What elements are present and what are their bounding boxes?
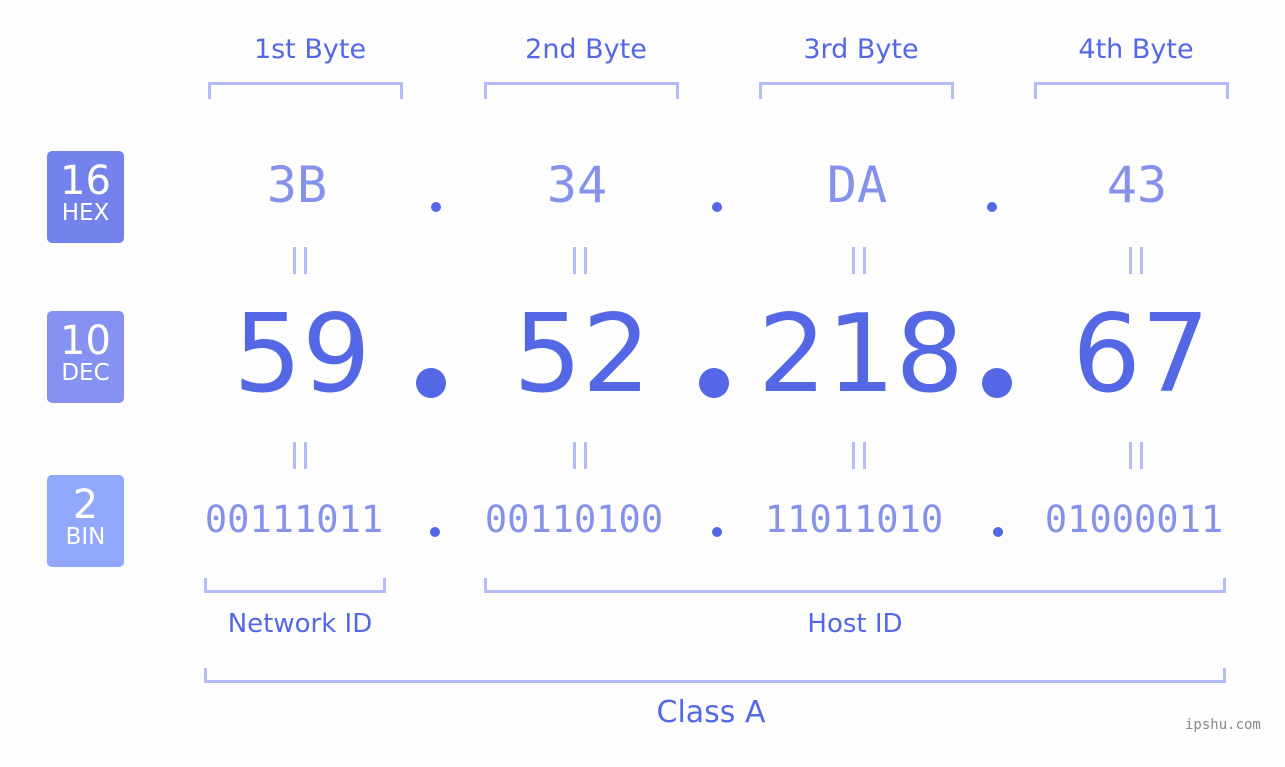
bin-base: 2 [72, 482, 99, 528]
byte-bracket-4 [1034, 82, 1229, 99]
network-id-bracket [204, 578, 386, 593]
equals-icon [280, 247, 320, 281]
host-id-label: Host ID [807, 609, 903, 639]
byte-bracket-2 [484, 82, 679, 99]
hex-byte-4: 43 [1106, 156, 1168, 214]
dec-byte-1: 59 [233, 292, 371, 417]
dec-byte-2: 52 [513, 292, 651, 417]
bin-byte-2: 00110100 [484, 498, 664, 541]
dec-dot-2 [699, 368, 729, 398]
hex-dot-2 [712, 202, 722, 212]
byte-header-3: 3rd Byte [803, 34, 919, 65]
host-id-bracket [484, 578, 1226, 593]
hex-byte-1: 3B [266, 156, 328, 214]
hex-badge: 16 HEX [47, 151, 124, 243]
network-id-label: Network ID [227, 609, 373, 639]
byte-header-1: 1st Byte [253, 34, 367, 65]
equals-icon [1116, 247, 1156, 281]
hex-dot-3 [987, 202, 997, 212]
hex-base: 16 [60, 158, 111, 204]
bin-dot-1 [430, 527, 440, 537]
equals-icon [1116, 442, 1156, 476]
watermark: ipshu.com [1185, 717, 1261, 733]
bin-byte-4: 01000011 [1044, 498, 1224, 541]
dec-dot-1 [416, 368, 446, 398]
hex-byte-3: DA [826, 156, 888, 214]
class-label: Class A [656, 695, 766, 730]
bin-unit: BIN [65, 524, 106, 550]
dec-dot-3 [982, 368, 1012, 398]
bin-byte-1: 00111011 [204, 498, 384, 541]
bin-byte-3: 11011010 [764, 498, 944, 541]
byte-header-4: 4th Byte [1078, 34, 1194, 65]
dec-byte-3: 218 [757, 292, 965, 417]
equals-icon [280, 442, 320, 476]
hex-dot-1 [431, 202, 441, 212]
dec-base: 10 [60, 318, 111, 364]
dec-byte-4: 67 [1072, 292, 1210, 417]
byte-header-2: 2nd Byte [525, 34, 647, 65]
byte-bracket-3 [759, 82, 954, 99]
byte-bracket-1 [208, 82, 403, 99]
equals-icon [560, 442, 600, 476]
hex-unit: HEX [61, 200, 110, 226]
dec-badge: 10 DEC [47, 311, 124, 403]
bin-badge: 2 BIN [47, 475, 124, 567]
equals-icon [839, 442, 879, 476]
hex-byte-2: 34 [546, 156, 608, 214]
class-bracket [204, 668, 1226, 683]
equals-icon [560, 247, 600, 281]
bin-dot-2 [712, 527, 722, 537]
equals-icon [839, 247, 879, 281]
dec-unit: DEC [61, 360, 110, 386]
bin-dot-3 [993, 527, 1003, 537]
